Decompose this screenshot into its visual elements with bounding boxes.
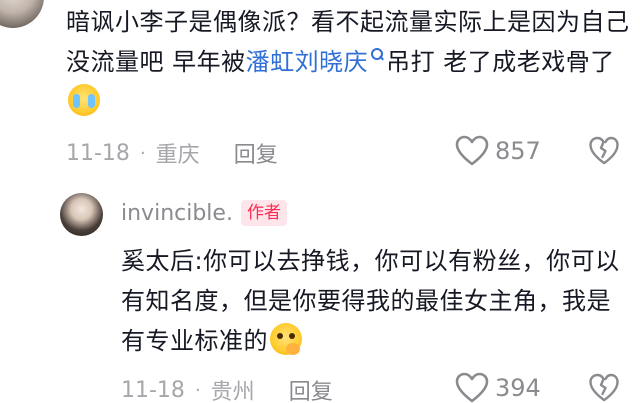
broken-heart-icon[interactable]: [589, 136, 619, 166]
author-avatar[interactable]: [60, 193, 103, 236]
meta-separator: ·: [194, 379, 201, 401]
mention-link[interactable]: 潘虹刘晓庆: [246, 48, 387, 76]
comment-actions: 857: [455, 135, 619, 167]
heart-outline-icon[interactable]: [455, 372, 489, 403]
comment-location: 重庆: [155, 143, 200, 168]
meta-separator: ·: [139, 142, 146, 164]
comment-date: 11-18: [66, 140, 130, 166]
author-username[interactable]: invincible.: [121, 201, 233, 226]
search-icon: [370, 48, 384, 62]
broken-heart-icon[interactable]: [589, 373, 619, 403]
reply-button[interactable]: 回复: [234, 137, 278, 169]
reply-button[interactable]: 回复: [289, 374, 333, 403]
comment-thread: 暗讽小李子是偶像派？看不起流量实际上是因为自己没流量吧 早年被潘虹刘晓庆 吊打 老…: [0, 0, 640, 403]
hand-over-mouth-emoji-icon: [270, 323, 302, 355]
comment-body-end: 吊打 老了成老戏骨了: [386, 48, 615, 76]
like-count: 394: [495, 374, 541, 402]
reply-actions: 394: [455, 372, 619, 403]
author-badge: 作者: [240, 200, 287, 226]
crying-face-emoji-icon: [68, 84, 100, 116]
reply-meta: 11-18 · 贵州 回复: [121, 375, 333, 403]
comment-meta: 11-18 · 重庆 回复: [66, 137, 278, 169]
commenter-avatar[interactable]: [0, 0, 44, 28]
reply-location: 贵州: [210, 380, 255, 403]
reply-date: 11-18: [121, 377, 185, 403]
comment-text: 暗讽小李子是偶像派？看不起流量实际上是因为自己没流量吧 早年被潘虹刘晓庆 吊打 老…: [66, 2, 636, 122]
reply-text: 奚太后:你可以去挣钱，你可以有粉丝，你可以有知名度，但是你要得我的最佳女主角，我…: [121, 241, 631, 361]
heart-outline-icon[interactable]: [455, 135, 489, 167]
reply-body: 奚太后:你可以去挣钱，你可以有粉丝，你可以有知名度，但是你要得我的最佳女主角，我…: [121, 247, 620, 355]
reply-header: invincible. 作者: [121, 200, 287, 226]
like-count: 857: [495, 137, 541, 165]
